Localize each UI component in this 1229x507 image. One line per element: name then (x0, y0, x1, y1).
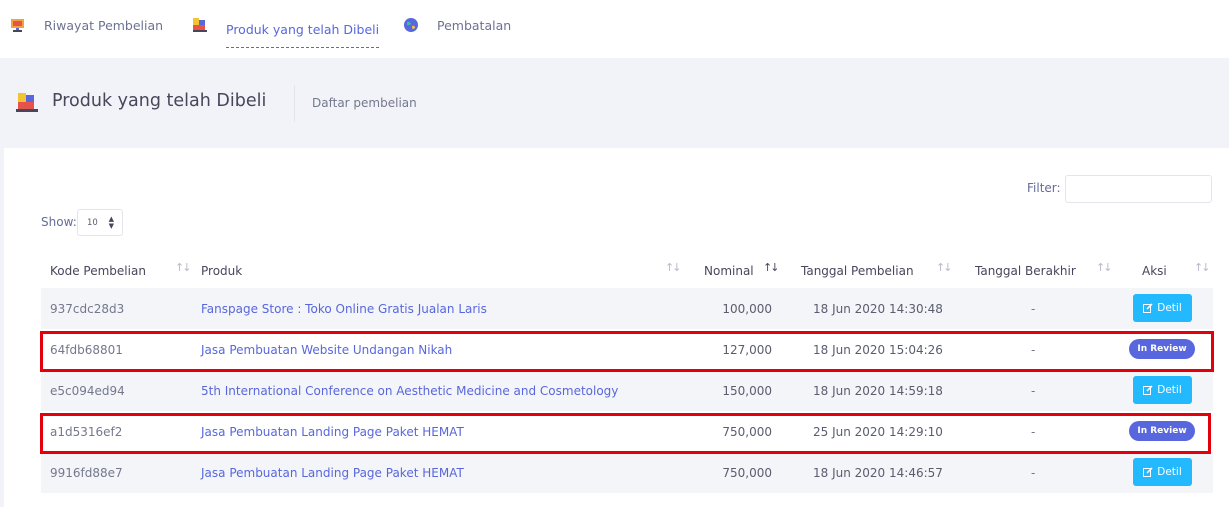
purchase-date: 18 Jun 2020 14:59:18 (813, 383, 943, 398)
table-row: a1d5316ef2 Jasa Pembuatan Landing Page P… (41, 411, 1213, 452)
monitor-icon (10, 17, 26, 33)
purchase-code: e5c094ed94 (50, 383, 125, 398)
page-size-select[interactable]: 10 ▲ ▼ (77, 209, 123, 236)
tab-label: Pembatalan (437, 17, 512, 33)
column-header-aksi[interactable]: Aksi (1142, 253, 1167, 288)
edit-icon (1143, 467, 1153, 477)
tab-riwayat-pembelian[interactable]: Riwayat Pembelian (10, 0, 163, 50)
purchase-date: 18 Jun 2020 15:04:26 (813, 342, 943, 357)
in-review-badge: In Review (1129, 339, 1195, 359)
end-date: - (1031, 342, 1036, 357)
edit-icon (1143, 303, 1153, 313)
purchase-code: 9916fd88e7 (50, 465, 123, 480)
tab-label: Riwayat Pembelian (44, 17, 164, 33)
table-row: 64fdb68801 Jasa Pembuatan Website Undang… (41, 329, 1213, 370)
in-review-badge: In Review (1129, 421, 1195, 441)
page-size-value: 10 (87, 217, 98, 228)
table-row: e5c094ed94 5th International Conference … (41, 370, 1213, 411)
product-link[interactable]: Fanspage Store : Toko Online Gratis Jual… (201, 288, 487, 329)
end-date: - (1031, 301, 1036, 316)
end-date: - (1031, 424, 1036, 439)
edit-icon (1143, 385, 1153, 395)
sort-icon[interactable]: ↑↓ (1194, 261, 1211, 274)
purchase-code: 937cdc28d3 (50, 301, 125, 316)
select-arrows-icon: ▲ ▼ (108, 215, 114, 230)
sort-icon[interactable]: ↑↓ (175, 261, 192, 274)
product-link[interactable]: Jasa Pembuatan Landing Page Paket HEMAT (201, 411, 464, 452)
tab-produk-dibeli[interactable]: Produk yang telah Dibeli (192, 0, 380, 50)
column-header-produk[interactable]: Produk (201, 253, 242, 288)
detil-button[interactable]: Detil (1133, 376, 1192, 404)
cube-icon (16, 92, 38, 112)
sort-icon[interactable]: ↑↓ (1096, 261, 1113, 274)
globe-icon (403, 17, 419, 33)
product-link[interactable]: 5th International Conference on Aestheti… (201, 370, 618, 411)
page-description: Daftar pembelian (312, 96, 417, 110)
column-header-kode[interactable]: Kode Pembelian (50, 253, 146, 288)
table-row: 937cdc28d3 Fanspage Store : Toko Online … (41, 288, 1213, 329)
purchase-code: 64fdb68801 (50, 342, 123, 357)
purchase-date: 25 Jun 2020 14:29:10 (813, 424, 943, 439)
cube-icon (192, 17, 208, 33)
column-header-tanggal-berakhir[interactable]: Tanggal Berakhir (975, 253, 1076, 288)
filter-input[interactable] (1065, 175, 1212, 203)
subheader: Produk yang telah Dibeli Daftar pembelia… (0, 58, 1229, 148)
title-divider (294, 85, 295, 122)
sort-ascending-icon[interactable]: ↑↓ (763, 261, 780, 274)
nominal-value: 750,000 (722, 465, 772, 480)
detil-label: Detil (1157, 302, 1182, 314)
detil-button[interactable]: Detil (1133, 458, 1192, 486)
end-date: - (1031, 465, 1036, 480)
nominal-value: 127,000 (722, 342, 772, 357)
column-header-nominal[interactable]: Nominal (704, 253, 754, 288)
sort-icon[interactable]: ↑↓ (936, 261, 953, 274)
end-date: - (1031, 383, 1036, 398)
nominal-value: 750,000 (722, 424, 772, 439)
detil-label: Detil (1157, 466, 1182, 478)
show-label: Show: (41, 215, 77, 229)
table-row: 9916fd88e7 Jasa Pembuatan Landing Page P… (41, 452, 1213, 493)
nominal-value: 100,000 (722, 301, 772, 316)
nominal-value: 150,000 (722, 383, 772, 398)
column-header-tanggal-pembelian[interactable]: Tanggal Pembelian (801, 253, 914, 288)
tab-pembatalan[interactable]: Pembatalan (403, 0, 511, 50)
top-tabs-bar: Riwayat Pembelian Produk yang telah Dibe… (0, 0, 1229, 58)
filter-label: Filter: (1027, 181, 1061, 195)
product-link[interactable]: Jasa Pembuatan Landing Page Paket HEMAT (201, 452, 464, 493)
purchase-code: a1d5316ef2 (50, 424, 123, 439)
detil-button[interactable]: Detil (1133, 294, 1192, 322)
detil-label: Detil (1157, 384, 1182, 396)
page-title: Produk yang telah Dibeli (52, 91, 267, 111)
sort-icon[interactable]: ↑↓ (665, 261, 682, 274)
purchase-date: 18 Jun 2020 14:30:48 (813, 301, 943, 316)
purchases-card: Filter: Show: 10 ▲ ▼ Kode Pembelian ↑↓ Pr… (4, 148, 1229, 507)
product-link[interactable]: Jasa Pembuatan Website Undangan Nikah (201, 329, 452, 370)
table-header: Kode Pembelian ↑↓ Produk ↑↓ Nominal ↑↓ T… (41, 253, 1213, 288)
tab-label: Produk yang telah Dibeli (226, 22, 380, 48)
purchase-date: 18 Jun 2020 14:46:57 (813, 465, 943, 480)
